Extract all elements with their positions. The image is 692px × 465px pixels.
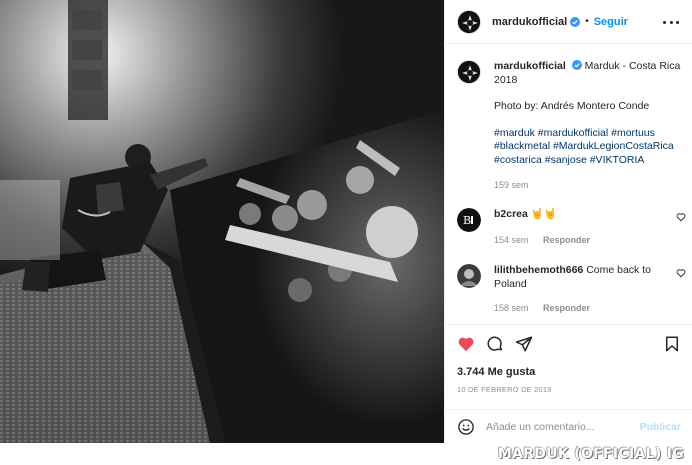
- caption-avatar[interactable]: [457, 60, 481, 84]
- marduk-logo-icon: [458, 10, 480, 33]
- heart-icon[interactable]: [676, 212, 686, 222]
- more-options-icon[interactable]: [663, 14, 679, 30]
- comment-username[interactable]: b2crea: [494, 208, 528, 220]
- separator-dot: •: [585, 16, 589, 27]
- add-comment-bar: Publicar: [445, 409, 692, 443]
- caption-credit: Photo by: Andrés Montero Conde: [494, 100, 650, 113]
- comment-icon[interactable]: [486, 335, 504, 353]
- post-username[interactable]: mardukofficial: [492, 16, 567, 28]
- post-date[interactable]: 10 DE FEBRERO DE 2019: [457, 385, 552, 394]
- heart-icon[interactable]: [676, 268, 686, 278]
- comment-item: B b2crea 🤘🤘 154 sem Responder: [457, 208, 689, 247]
- marduk-logo-icon: [458, 61, 480, 83]
- publish-button[interactable]: Publicar: [640, 421, 681, 433]
- caption-hashtags[interactable]: #marduk #mardukofficial #mortuus #blackm…: [494, 127, 684, 168]
- svg-text:B: B: [463, 214, 471, 227]
- watermark-text: MARDUK (OFFICIAL) IG: [497, 446, 684, 462]
- post-caption: mardukofficial Marduk - Costa Rica 2018 …: [457, 60, 687, 192]
- verified-badge-icon: [570, 16, 581, 27]
- comment-avatar[interactable]: [457, 264, 481, 288]
- follow-button[interactable]: Seguir: [594, 16, 628, 28]
- reply-button[interactable]: Responder: [543, 235, 590, 245]
- heart-icon[interactable]: [457, 335, 475, 353]
- share-icon[interactable]: [515, 335, 533, 353]
- caption-age[interactable]: 159 sem: [494, 180, 529, 190]
- reply-button[interactable]: Responder: [543, 303, 590, 313]
- comment-username[interactable]: lilithbehemoth666: [494, 264, 583, 276]
- comment-avatar[interactable]: B: [457, 208, 481, 232]
- comment-age[interactable]: 158 sem: [494, 303, 529, 313]
- post-photo[interactable]: [0, 0, 444, 443]
- likes-count[interactable]: 3.744 Me gusta: [457, 366, 535, 378]
- caption-username[interactable]: mardukofficial: [494, 60, 566, 72]
- comment-input[interactable]: [486, 420, 626, 433]
- post-detail-panel: mardukofficial • Seguir mardukofficial M…: [444, 0, 692, 443]
- bookmark-icon[interactable]: [663, 335, 681, 353]
- comment-age[interactable]: 154 sem: [494, 235, 529, 245]
- comment-text: 🤘🤘: [530, 208, 557, 220]
- verified-badge-icon: [571, 60, 582, 70]
- concert-photo-image: [0, 0, 444, 443]
- comment-item: lilithbehemoth666 Come back to Poland 15…: [457, 264, 689, 316]
- user-avatar-icon: [457, 264, 481, 288]
- b2crea-logo-icon: B: [457, 208, 481, 232]
- post-header: mardukofficial • Seguir: [445, 0, 692, 44]
- emoji-icon[interactable]: [457, 418, 475, 436]
- profile-avatar[interactable]: [457, 9, 481, 34]
